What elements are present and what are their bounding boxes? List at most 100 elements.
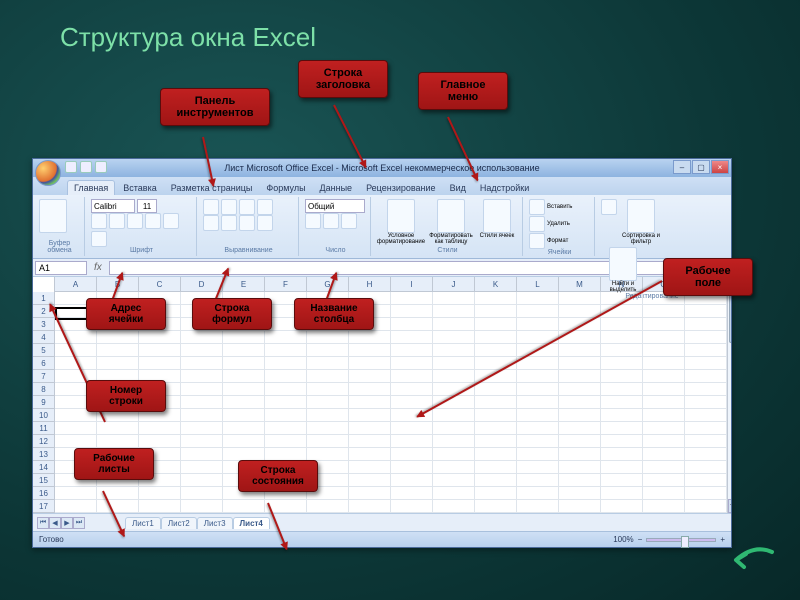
align-button[interactable] xyxy=(239,215,255,231)
ribbon-tab[interactable]: Формулы xyxy=(260,181,311,195)
ribbon-tab[interactable]: Главная xyxy=(67,180,115,195)
find-select-button[interactable] xyxy=(609,247,637,281)
font-color-button[interactable] xyxy=(91,231,107,247)
font-name-input[interactable]: Calibri xyxy=(91,199,135,213)
column-header[interactable]: F xyxy=(265,277,307,291)
align-button[interactable] xyxy=(239,199,255,215)
ribbon-tab[interactable]: Вставка xyxy=(117,181,162,195)
autosum-button[interactable] xyxy=(601,199,617,215)
sheet-nav-next[interactable]: ▶ xyxy=(61,517,73,529)
row-header[interactable]: 15 xyxy=(33,474,54,487)
zoom-value: 100% xyxy=(613,535,633,544)
zoom-controls[interactable]: 100% − + xyxy=(613,535,725,544)
align-button[interactable] xyxy=(203,215,219,231)
delete-button[interactable] xyxy=(529,216,545,232)
row-header[interactable]: 11 xyxy=(33,422,54,435)
sheet-nav-last[interactable]: ⏭ xyxy=(73,517,85,529)
format-table-button[interactable] xyxy=(437,199,465,233)
zoom-in-button[interactable]: + xyxy=(720,535,725,544)
cond-format-button[interactable] xyxy=(387,199,415,233)
column-header[interactable]: M xyxy=(559,277,601,291)
row-header[interactable]: 3 xyxy=(33,318,54,331)
name-box[interactable]: A1 xyxy=(35,261,87,275)
column-header[interactable]: K xyxy=(475,277,517,291)
column-header[interactable]: D xyxy=(181,277,223,291)
align-button[interactable] xyxy=(221,199,237,215)
ribbon-group-styles: Условное форматирование Форматировать ка… xyxy=(373,197,523,256)
row-header[interactable]: 14 xyxy=(33,461,54,474)
scroll-down-button[interactable]: ▼ xyxy=(728,499,731,513)
office-button-icon[interactable] xyxy=(35,160,61,186)
row-header[interactable]: 13 xyxy=(33,448,54,461)
zoom-out-button[interactable]: − xyxy=(638,535,643,544)
row-header[interactable]: 4 xyxy=(33,331,54,344)
ribbon-tab[interactable]: Данные xyxy=(314,181,359,195)
percent-button[interactable] xyxy=(323,213,339,229)
column-header[interactable]: I xyxy=(391,277,433,291)
fill-color-button[interactable] xyxy=(163,213,179,229)
callout-workfield: Рабочее поле xyxy=(663,258,753,296)
row-header[interactable]: 6 xyxy=(33,357,54,370)
group-label: Стили xyxy=(377,247,518,254)
ribbon-toolbar: Буфер обмена Calibri 11 Шрифт Выравниван… xyxy=(33,195,731,259)
sort-filter-button[interactable] xyxy=(627,199,655,233)
column-header[interactable]: A xyxy=(55,277,97,291)
paste-button[interactable] xyxy=(39,199,67,233)
row-header[interactable]: 9 xyxy=(33,396,54,409)
border-button[interactable] xyxy=(145,213,161,229)
sheet-tab[interactable]: Лист4 xyxy=(233,517,270,529)
font-size-input[interactable]: 11 xyxy=(137,199,157,213)
btn-label: Удалить xyxy=(547,221,570,227)
format-button[interactable] xyxy=(529,233,545,249)
callout-statusbar: Строка состояния xyxy=(238,460,318,492)
ribbon-tab[interactable]: Рецензирование xyxy=(360,181,442,195)
row-header[interactable]: 7 xyxy=(33,370,54,383)
column-header[interactable]: J xyxy=(433,277,475,291)
row-header[interactable]: 12 xyxy=(33,435,54,448)
scroll-thumb[interactable] xyxy=(729,293,731,343)
ribbon-tab[interactable]: Надстройки xyxy=(474,181,535,195)
column-header[interactable]: C xyxy=(139,277,181,291)
column-header[interactable]: H xyxy=(349,277,391,291)
close-button[interactable]: × xyxy=(711,160,729,174)
bold-button[interactable] xyxy=(91,213,107,229)
maximize-button[interactable]: ▢ xyxy=(692,160,710,174)
window-titlebar: Лист Microsoft Office Excel - Microsoft … xyxy=(33,159,731,177)
quick-access-toolbar[interactable] xyxy=(65,161,107,173)
number-format-input[interactable]: Общий xyxy=(305,199,365,213)
scroll-track[interactable] xyxy=(728,291,731,499)
row-header[interactable]: 16 xyxy=(33,487,54,500)
currency-button[interactable] xyxy=(305,213,321,229)
sheet-nav-first[interactable]: ⏮ xyxy=(37,517,49,529)
align-button[interactable] xyxy=(203,199,219,215)
align-button[interactable] xyxy=(221,215,237,231)
minimize-button[interactable]: – xyxy=(673,160,691,174)
italic-button[interactable] xyxy=(109,213,125,229)
callout-titlebar: Строка заголовка xyxy=(298,60,388,98)
sheet-tab[interactable]: Лист2 xyxy=(161,517,197,529)
ribbon-tab[interactable]: Вид xyxy=(444,181,472,195)
row-header[interactable]: 5 xyxy=(33,344,54,357)
sheet-tab[interactable]: Лист1 xyxy=(125,517,161,529)
insert-button[interactable] xyxy=(529,199,545,215)
row-header[interactable]: 10 xyxy=(33,409,54,422)
fx-icon[interactable]: fx xyxy=(90,262,106,273)
cell-styles-button[interactable] xyxy=(483,199,511,233)
window-title-text: Лист Microsoft Office Excel - Microsoft … xyxy=(224,163,539,173)
row-header[interactable]: 8 xyxy=(33,383,54,396)
sheet-nav-prev[interactable]: ◀ xyxy=(49,517,61,529)
column-header[interactable]: L xyxy=(517,277,559,291)
column-header[interactable]: E xyxy=(223,277,265,291)
select-all-corner[interactable] xyxy=(33,277,55,292)
comma-button[interactable] xyxy=(341,213,357,229)
slide-title: Структура окна Excel xyxy=(60,22,316,53)
btn-label: Форматировать как таблицу xyxy=(427,233,475,245)
zoom-slider[interactable] xyxy=(646,538,716,542)
row-header[interactable]: 17 xyxy=(33,500,54,513)
back-arrow-button[interactable] xyxy=(730,542,778,578)
vertical-scrollbar[interactable]: ▲ ▼ xyxy=(727,277,731,513)
merge-button[interactable] xyxy=(257,215,273,231)
wrap-button[interactable] xyxy=(257,199,273,215)
sheet-tab[interactable]: Лист3 xyxy=(197,517,233,529)
underline-button[interactable] xyxy=(127,213,143,229)
